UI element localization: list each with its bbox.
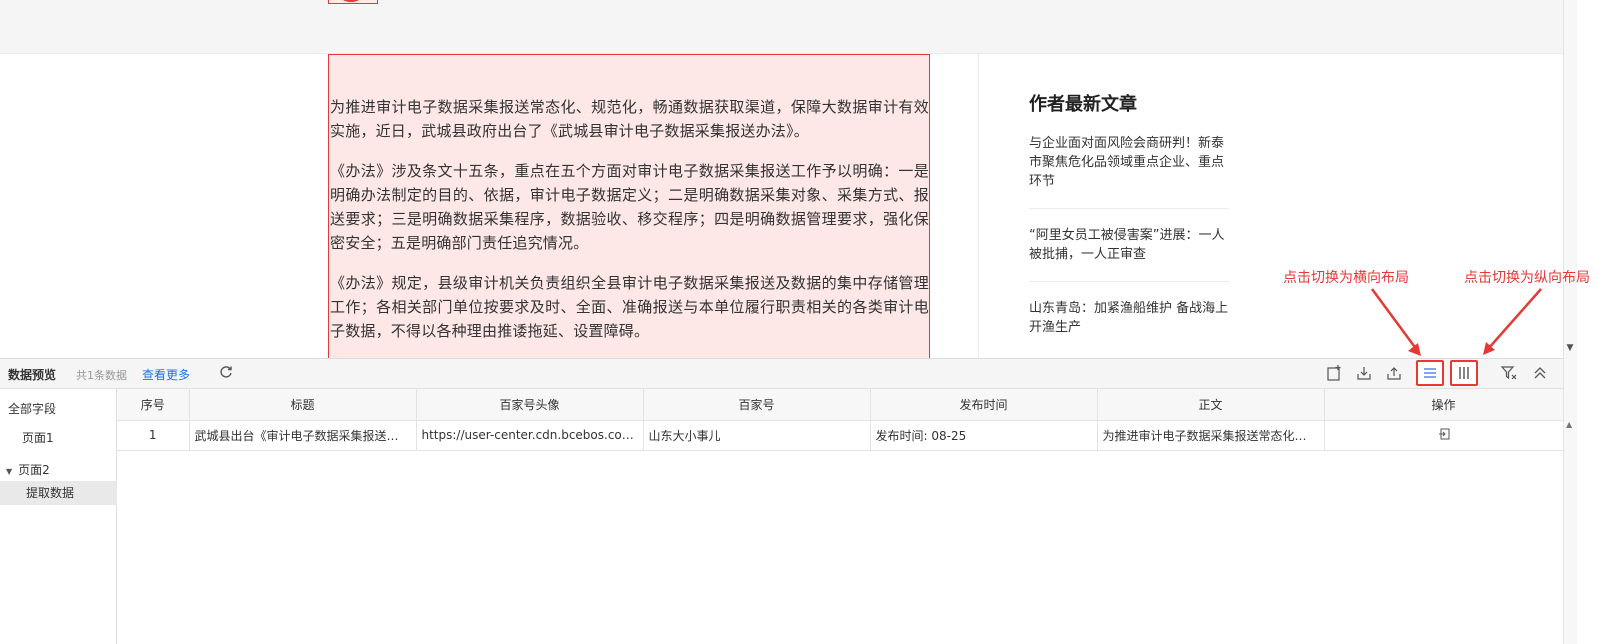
field-tree: 全部字段 页面1 ▼ 页面2 提取数据 bbox=[0, 389, 117, 644]
tree-item-all-fields[interactable]: 全部字段 bbox=[0, 397, 117, 421]
open-record-icon[interactable] bbox=[1438, 428, 1450, 440]
row-action-cell bbox=[1324, 420, 1563, 451]
annotation-vertical-layout: 点击切换为纵向布局 bbox=[1464, 270, 1590, 286]
collapse-icon[interactable] bbox=[1531, 364, 1549, 382]
table-cell[interactable]: https://user-center.cdn.bcebos.com/head/… bbox=[416, 420, 644, 451]
author-latest-articles: 作者最新文章 与企业面对面风险会商研判！新泰市聚焦危化品领域重点企业、重点环节 … bbox=[1029, 90, 1229, 358]
selected-article-body[interactable]: 为推进审计电子数据采集报送常态化、规范化，畅通数据获取渠道，保障大数据审计有效实… bbox=[328, 54, 930, 358]
vertical-layout-icon bbox=[1459, 367, 1469, 379]
app-root: 为推进审计电子数据采集报送常态化、规范化，畅通数据获取渠道，保障大数据审计有效实… bbox=[0, 0, 1614, 644]
tree-item-label: 页面2 bbox=[18, 463, 50, 477]
tree-item-page2[interactable]: ▼ 页面2 bbox=[0, 458, 117, 482]
scroll-down-arrow-icon[interactable]: ▼ bbox=[1564, 343, 1576, 353]
column-header[interactable]: 百家号头像 bbox=[416, 389, 644, 421]
table-cell[interactable]: 为推进审计电子数据采集报送常态化、规范化 bbox=[1097, 420, 1325, 451]
column-header[interactable]: 百家号 bbox=[643, 389, 871, 421]
record-count: 共1条数据 bbox=[76, 369, 127, 382]
sidebar-article-link[interactable]: “阿里女员工被侵害案”进展：一人被批捕，一人正审查 bbox=[1029, 226, 1229, 282]
column-header[interactable]: 标题 bbox=[189, 389, 417, 421]
filter-icon[interactable] bbox=[1500, 364, 1518, 382]
web-page-preview: 为推进审计电子数据采集报送常态化、规范化，畅通数据获取渠道，保障大数据审计有效实… bbox=[0, 0, 1563, 358]
column-header[interactable]: 序号 bbox=[117, 389, 190, 421]
column-header: 操作 bbox=[1324, 389, 1563, 421]
view-more-link[interactable]: 查看更多 bbox=[142, 366, 190, 383]
page-top-bar bbox=[0, 0, 1563, 54]
import-icon[interactable] bbox=[1355, 364, 1373, 382]
sidebar-title: 作者最新文章 bbox=[1029, 94, 1137, 115]
data-table: 序号 标题 百家号头像 百家号 发布时间 正文 操作 1 武城县出台《审计电子数… bbox=[117, 389, 1563, 644]
tree-item-extract-data[interactable]: 提取数据 bbox=[0, 481, 117, 505]
data-preview-panel: 数据预览 共1条数据 查看更多 全部字段 页面1 ▼ 页面2 提取数据 序号 标… bbox=[0, 358, 1563, 644]
add-column-icon[interactable] bbox=[1325, 364, 1343, 382]
export-icon[interactable] bbox=[1385, 364, 1403, 382]
panel-title: 数据预览 bbox=[8, 368, 57, 382]
column-divider bbox=[978, 54, 979, 358]
caret-down-icon[interactable]: ▼ bbox=[6, 467, 12, 476]
data-preview-toolbar: 数据预览 共1条数据 查看更多 bbox=[0, 359, 1563, 389]
article-paragraph-2: 《办法》涉及条文十五条，重点在五个方面对审计电子数据采集报送工作予以明确：一是明… bbox=[330, 162, 929, 252]
vertical-layout-button[interactable] bbox=[1450, 360, 1478, 386]
refresh-icon[interactable] bbox=[218, 364, 234, 380]
sidebar-article-link[interactable]: 与企业面对面风险会商研判！新泰市聚焦危化品领域重点企业、重点环节 bbox=[1029, 134, 1229, 209]
table-cell[interactable]: 1 bbox=[117, 420, 190, 451]
annotation-horizontal-layout: 点击切换为横向布局 bbox=[1283, 270, 1409, 286]
table-cell[interactable]: 山东大小事儿 bbox=[643, 420, 871, 451]
horizontal-layout-button[interactable] bbox=[1416, 360, 1444, 386]
article-paragraph-1: 为推进审计电子数据采集报送常态化、规范化，畅通数据获取渠道，保障大数据审计有效实… bbox=[330, 98, 929, 140]
table-cell[interactable]: 发布时间: 08-25 bbox=[870, 420, 1098, 451]
article-paragraph-3: 《办法》规定，县级审计机关负责组织全县审计电子数据采集报送及数据的集中存储管理工… bbox=[330, 274, 929, 340]
tree-item-page1[interactable]: 页面1 bbox=[0, 426, 117, 450]
sidebar-article-link[interactable]: 山东青岛：加紧渔船维护 备战海上开渔生产 bbox=[1029, 299, 1229, 354]
horizontal-layout-icon bbox=[1424, 368, 1436, 378]
column-header[interactable]: 正文 bbox=[1097, 389, 1325, 421]
selected-top-element[interactable] bbox=[328, 0, 378, 4]
table-scroll-up-icon[interactable]: ▲ bbox=[1566, 420, 1572, 429]
column-header[interactable]: 发布时间 bbox=[870, 389, 1098, 421]
logo-icon bbox=[341, 0, 361, 2]
table-header-row: 序号 标题 百家号头像 百家号 发布时间 正文 操作 bbox=[117, 389, 1563, 421]
table-cell[interactable]: 武城县出台《审计电子数据采集报送办法》 bbox=[189, 420, 417, 451]
page-scrollbar[interactable] bbox=[1563, 0, 1577, 644]
table-row[interactable]: 1 武城县出台《审计电子数据采集报送办法》 https://user-cente… bbox=[117, 420, 1563, 451]
